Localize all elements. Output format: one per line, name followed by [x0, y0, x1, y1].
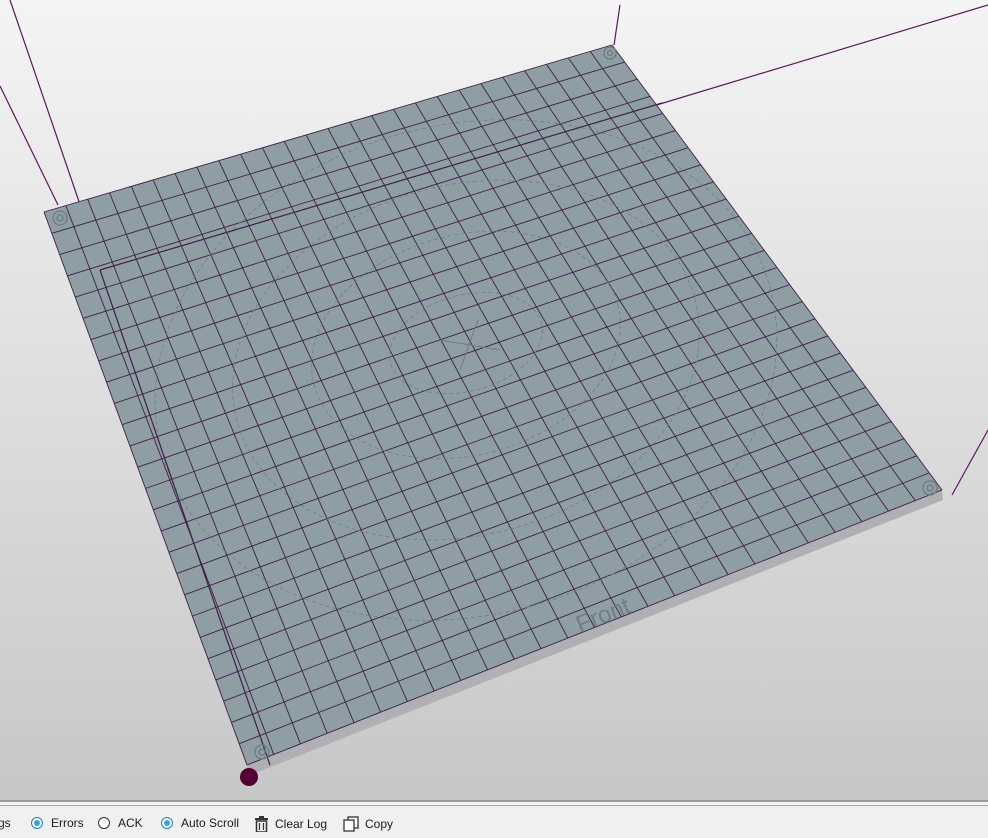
log-filter-ack-label: ACK — [118, 816, 143, 830]
printer-scene: Front — [0, 0, 988, 786]
copy-icon — [343, 816, 359, 832]
frame-line-right-top — [639, 4, 988, 111]
log-filter-errors[interactable]: Errors — [31, 816, 84, 830]
radio-icon — [31, 817, 43, 829]
log-filter-messages[interactable]: gs — [0, 816, 11, 830]
frame-line-left-inner — [9, 0, 87, 223]
frame-line-back — [613, 4, 621, 46]
copy-button[interactable]: Copy — [343, 816, 393, 832]
radio-icon — [161, 817, 173, 829]
log-toolbar: gs Errors ACK Auto Scroll Clear Log Copy — [0, 806, 988, 838]
log-filter-errors-label: Errors — [51, 816, 84, 830]
auto-scroll-toggle[interactable]: Auto Scroll — [161, 816, 239, 830]
clear-log-button[interactable]: Clear Log — [254, 816, 327, 832]
frame-line-right-bottom — [951, 429, 988, 496]
auto-scroll-label: Auto Scroll — [181, 816, 240, 830]
copy-label: Copy — [365, 817, 394, 831]
log-filter-ack[interactable]: ACK — [98, 816, 143, 830]
clear-log-label: Clear Log — [275, 817, 328, 831]
frame-line-left-outer — [0, 85, 59, 206]
radio-icon — [98, 817, 110, 829]
3d-viewport[interactable]: Front — [0, 0, 988, 800]
origin-marker — [240, 768, 258, 786]
trash-icon — [255, 816, 268, 832]
log-filter-messages-label: gs — [0, 816, 11, 830]
